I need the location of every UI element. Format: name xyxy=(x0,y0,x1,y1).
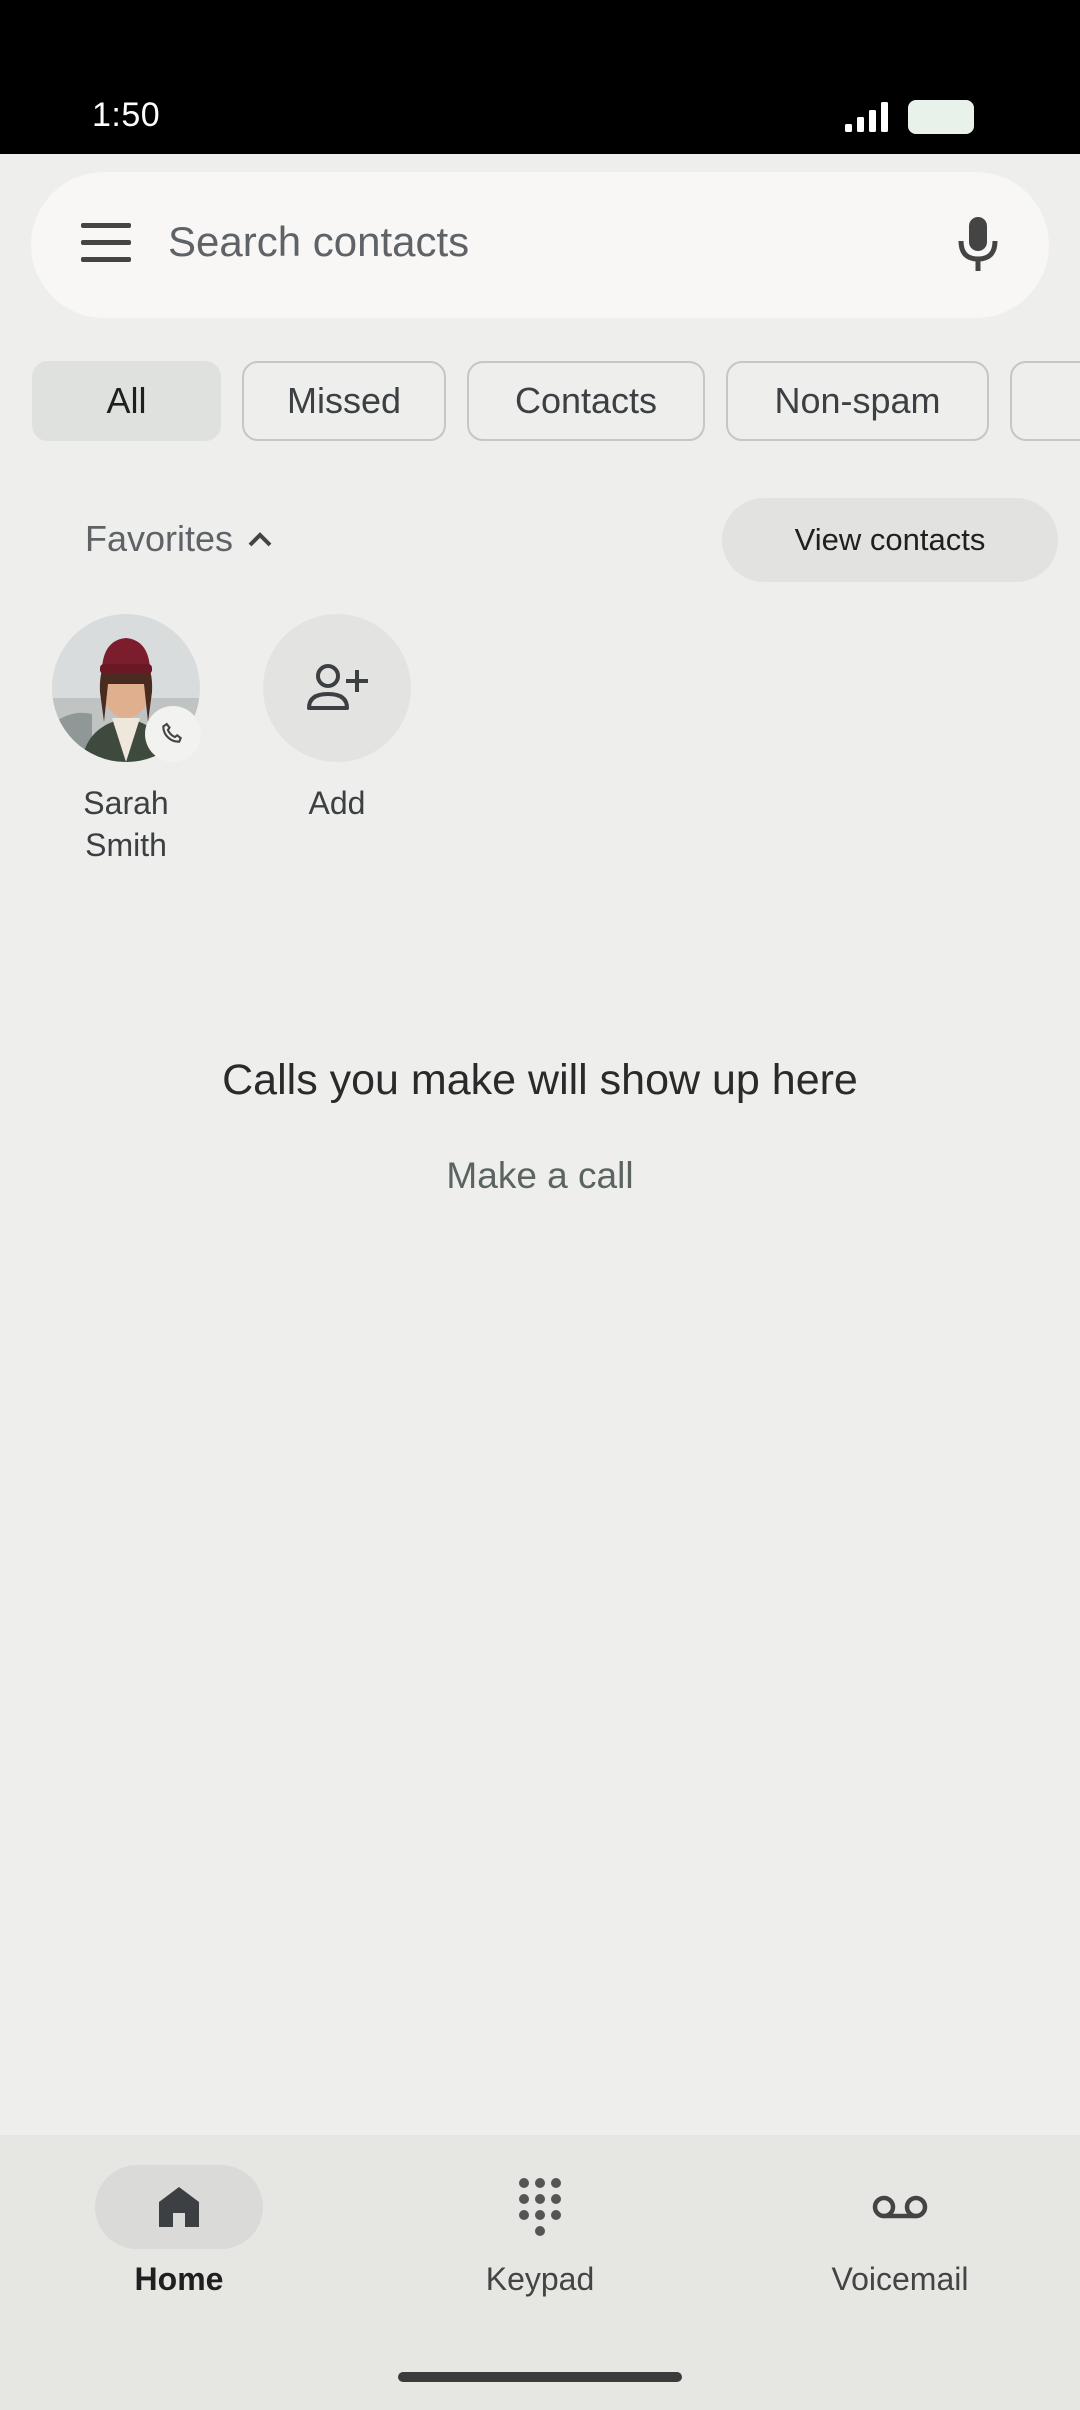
favorites-toggle[interactable]: Favorites xyxy=(85,518,273,560)
menu-icon[interactable] xyxy=(81,223,131,265)
add-label: Add xyxy=(308,785,366,821)
view-contacts-button[interactable]: View contacts xyxy=(722,498,1058,582)
filter-chips: All Missed Contacts Non-spam Sp xyxy=(32,361,1080,445)
chip-non-spam[interactable]: Non-spam xyxy=(726,361,989,441)
home-icon xyxy=(159,2187,199,2227)
signal-icon xyxy=(845,102,888,132)
nav-keypad[interactable]: Keypad xyxy=(390,2165,690,2298)
mic-icon[interactable] xyxy=(956,215,1000,275)
home-indicator[interactable] xyxy=(398,2372,682,2382)
nav-home-pill xyxy=(95,2165,263,2249)
nav-keypad-pill xyxy=(456,2165,624,2249)
person-add-icon xyxy=(307,664,368,710)
chip-contacts[interactable]: Contacts xyxy=(467,361,705,441)
nav-home[interactable]: Home xyxy=(29,2165,329,2298)
battery-icon xyxy=(908,100,974,134)
add-favorite[interactable]: Add xyxy=(252,614,422,824)
favorites-title: Favorites xyxy=(85,518,234,559)
bottom-nav: Home Keypad Voicemail xyxy=(0,2135,1080,2410)
make-call-button[interactable]: Make a call xyxy=(390,1155,690,1197)
status-time: 1:50 xyxy=(92,96,161,134)
keypad-icon xyxy=(519,2178,561,2236)
nav-voicemail[interactable]: Voicemail xyxy=(750,2165,1050,2298)
voicemail-icon xyxy=(872,2195,928,2219)
chip-all[interactable]: All xyxy=(32,361,221,441)
add-avatar xyxy=(263,614,411,762)
contact-name-first: Sarah xyxy=(83,785,169,821)
empty-state-title: Calls you make will show up here xyxy=(222,1056,858,1104)
nav-voicemail-pill xyxy=(816,2165,984,2249)
chip-spam[interactable]: Sp xyxy=(1010,361,1080,441)
chevron-up-icon xyxy=(248,532,272,547)
status-bar: 1:50 xyxy=(0,0,1080,154)
chip-missed[interactable]: Missed xyxy=(242,361,446,441)
call-badge[interactable] xyxy=(145,706,201,762)
contact-name-last: Smith xyxy=(85,827,167,863)
nav-keypad-label: Keypad xyxy=(485,2261,595,2297)
search-input[interactable]: Search contacts xyxy=(168,218,469,266)
nav-voicemail-label: Voicemail xyxy=(831,2261,969,2297)
phone-icon xyxy=(162,722,182,743)
search-bar[interactable]: Search contacts xyxy=(31,172,1049,318)
nav-home-label: Home xyxy=(134,2261,224,2297)
